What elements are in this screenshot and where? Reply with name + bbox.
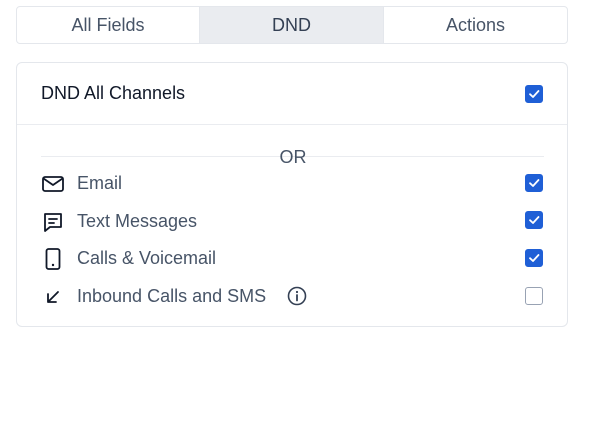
mail-icon [42, 176, 64, 192]
tab-dnd[interactable]: DND [200, 7, 384, 43]
or-separator: OR [279, 147, 307, 167]
channel-label-calls-voicemail: Calls & Voicemail [77, 248, 217, 268]
tab-actions[interactable]: Actions [384, 7, 567, 43]
checkmark-icon [529, 216, 540, 224]
channel-label-inbound: Inbound Calls and SMS [77, 286, 267, 306]
tab-all-fields[interactable]: All Fields [17, 7, 200, 43]
email-checkbox[interactable] [525, 174, 543, 192]
channel-label-text-messages: Text Messages [77, 211, 198, 231]
inbound-checkbox[interactable] [525, 287, 543, 305]
calls-voicemail-checkbox[interactable] [525, 249, 543, 267]
message-icon [44, 213, 62, 232]
channel-label-email: Email [77, 173, 123, 193]
info-icon[interactable] [287, 286, 307, 306]
dnd-all-checkbox[interactable] [525, 85, 543, 103]
phone-icon [45, 248, 61, 270]
arrow-down-left-icon [47, 291, 59, 303]
text-messages-checkbox[interactable] [525, 211, 543, 229]
channel-row-email: Email [17, 168, 567, 198]
checkmark-icon [529, 254, 540, 262]
channel-row-text-messages: Text Messages [17, 206, 567, 236]
checkmark-icon [529, 90, 540, 98]
dnd-all-label: DND All Channels [41, 83, 186, 103]
channel-row-calls-voicemail: Calls & Voicemail [17, 243, 567, 273]
channel-row-inbound: Inbound Calls and SMS [17, 281, 567, 311]
tab-bar: All Fields DND Actions [16, 6, 568, 44]
dnd-settings-card: DND All Channels OR Email Text Messages [16, 62, 568, 327]
dnd-all-row: DND All Channels [17, 63, 567, 125]
checkmark-icon [529, 179, 540, 187]
